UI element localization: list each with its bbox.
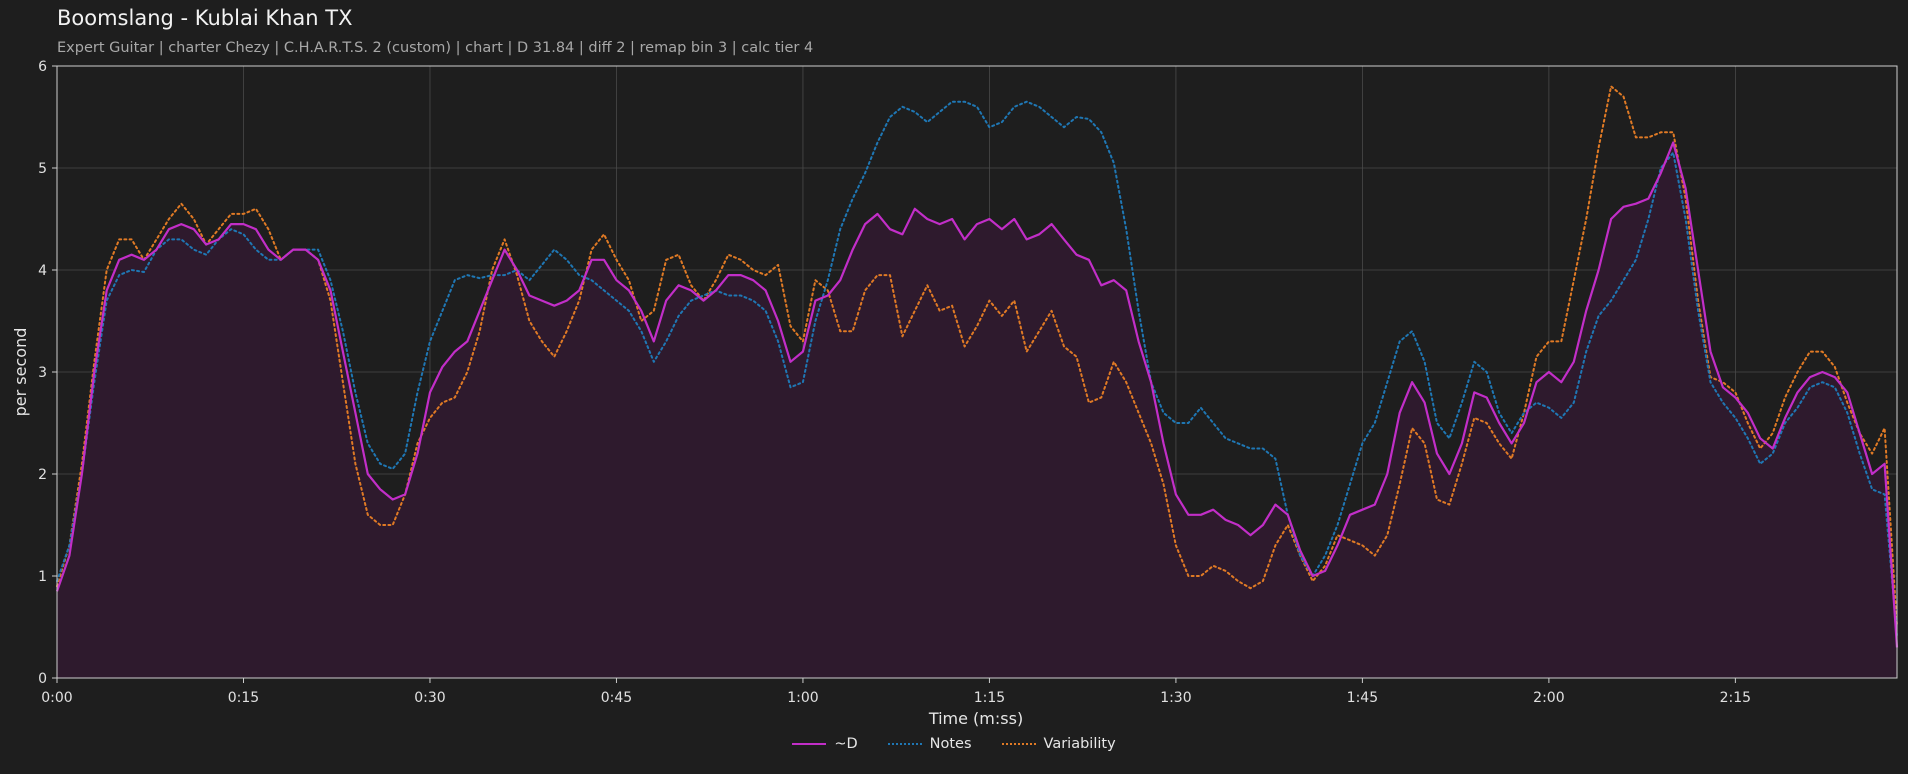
legend-label-variability: Variability — [1043, 736, 1116, 752]
x-tick-label: 1:30 — [1160, 690, 1191, 706]
plot-area: 0:00 0:15 0:30 0:45 1:00 1:15 1:30 1:45 2:00 2:15… — [11, 59, 1899, 728]
legend-swatch-d — [792, 743, 827, 745]
legend-item-notes[interactable]: Notes — [887, 736, 972, 752]
y-tick-label: 3 — [38, 365, 47, 381]
area-fill-d — [57, 142, 1897, 678]
x-tick-label: 1:45 — [1347, 690, 1378, 706]
legend-label-notes: Notes — [929, 736, 972, 752]
y-axis-label: per second — [11, 328, 30, 417]
x-tick-label: 2:00 — [1533, 690, 1564, 706]
legend-swatch-variability — [1001, 743, 1036, 745]
x-tick-label: 1:15 — [974, 690, 1005, 706]
legend-item-d[interactable]: ~D — [792, 736, 858, 752]
legend-label-d: ~D — [834, 736, 858, 752]
x-tick-label: 1:00 — [787, 690, 818, 706]
chart-figure: Boomslang - Kublai Khan TX Expert Guitar… — [0, 0, 1908, 774]
x-tick-label: 0:30 — [414, 690, 445, 706]
x-tick-label: 0:15 — [228, 690, 259, 706]
y-tick-label: 4 — [38, 263, 47, 279]
x-tick-label: 0:00 — [41, 690, 72, 706]
area-fill — [57, 142, 1897, 678]
y-tick-label: 6 — [38, 59, 47, 75]
x-tick-label: 2:15 — [1720, 690, 1751, 706]
y-tick-label: 5 — [38, 161, 47, 177]
y-tick-label: 1 — [38, 569, 47, 585]
x-tick-label: 0:45 — [601, 690, 632, 706]
legend: ~D Notes Variability — [0, 736, 1908, 752]
y-tick-label: 0 — [38, 671, 47, 687]
legend-swatch-notes — [887, 743, 922, 745]
x-axis-label: Time (m:ss) — [928, 709, 1023, 728]
y-tick-label: 2 — [38, 467, 47, 483]
legend-item-variability[interactable]: Variability — [1001, 736, 1116, 752]
